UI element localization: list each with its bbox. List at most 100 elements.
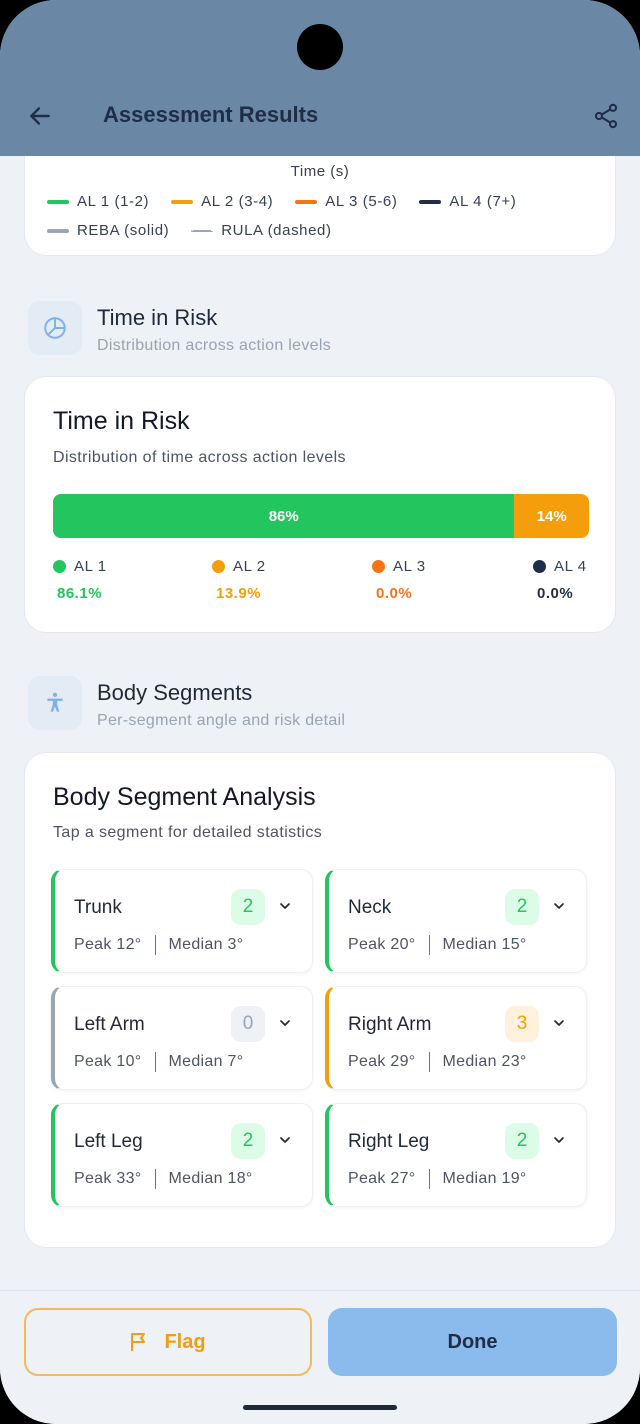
median-angle: Median 3° (168, 936, 244, 953)
score-badge: 2 (231, 889, 265, 925)
legend-swatch (191, 229, 214, 232)
action-level-percent: 13.9% (216, 585, 262, 602)
section-icon-box (28, 676, 82, 730)
status-dot (372, 560, 385, 573)
legend-item-al2: AL 2 (3-4) (171, 193, 273, 210)
chart-legend-card: Time (s) AL 1 (1-2) AL 2 (3-4) AL 3 (5-6… (24, 156, 616, 256)
segment-name: Left Leg (74, 1131, 143, 1152)
segment-stats: Peak 10° Median 7° (74, 1052, 243, 1072)
peak-angle: Peak 33° (74, 1170, 142, 1187)
action-level-label: AL 1 (53, 558, 107, 575)
legend-swatch (295, 199, 318, 204)
card-title: Body Segment Analysis (53, 783, 316, 811)
segment-stats: Peak 20° Median 15° (348, 935, 527, 955)
legend-item-al1: AL 1 (1-2) (47, 193, 149, 210)
legend-swatch (47, 228, 69, 233)
segment-stats: Peak 33° Median 18° (74, 1169, 253, 1189)
action-level-item: AL 3 0.0% (372, 558, 426, 602)
legend-item-rula: RULA (dashed) (191, 222, 331, 239)
segment-name: Left Arm (74, 1014, 145, 1035)
action-level-item: AL 4 0.0% (533, 558, 587, 602)
app-bar: Assessment Results (0, 0, 640, 156)
median-angle: Median 7° (168, 1053, 244, 1070)
action-level-label: AL 2 (212, 558, 266, 575)
phone-screen: Assessment Results Time (s) AL 1 (1-2) A… (0, 0, 640, 1424)
action-level-summary: AL 1 86.1% AL 2 13.9% AL 3 0.0% AL 4 0.0% (53, 558, 589, 608)
legend-swatch (419, 199, 442, 204)
section-subtitle: Distribution across action levels (97, 337, 331, 354)
page-title: Assessment Results (103, 102, 319, 127)
segment-stats: Peak 27° Median 19° (348, 1169, 527, 1189)
peak-angle: Peak 27° (348, 1170, 416, 1187)
median-angle: Median 18° (168, 1170, 253, 1187)
back-button[interactable] (22, 98, 58, 134)
chevron-down-icon[interactable] (275, 1130, 295, 1150)
arrow-left-icon (30, 107, 50, 125)
action-level-percent: 0.0% (376, 585, 413, 602)
segment-name: Trunk (74, 897, 122, 918)
segment-card[interactable]: Left Leg 2 Peak 33° Median 18° (51, 1103, 313, 1207)
scroll-content[interactable]: Time (s) AL 1 (1-2) AL 2 (3-4) AL 3 (5-6… (0, 156, 640, 1290)
time-in-risk-card: Time in Risk Distribution of time across… (24, 376, 616, 633)
status-dot (533, 560, 546, 573)
done-button[interactable]: Done (328, 1308, 617, 1376)
segment-name: Neck (348, 897, 392, 918)
divider (154, 935, 156, 955)
score-badge: 2 (505, 1123, 539, 1159)
divider (428, 935, 430, 955)
home-indicator[interactable] (243, 1405, 397, 1410)
section-icon-box (28, 301, 82, 355)
peak-angle: Peak 29° (348, 1053, 416, 1070)
divider (428, 1169, 430, 1189)
segment-name: Right Leg (348, 1131, 430, 1152)
action-level-percent: 86.1% (57, 585, 103, 602)
card-subtitle: Tap a segment for detailed statistics (53, 824, 323, 841)
peak-angle: Peak 10° (74, 1053, 142, 1070)
time-in-risk-section-header: Time in Risk Distribution across action … (28, 301, 588, 361)
score-badge: 3 (505, 1006, 539, 1042)
status-dot (53, 560, 66, 573)
method-legend: REBA (solid) RULA (dashed) (47, 222, 354, 239)
flag-icon (131, 1333, 146, 1351)
risk-bar-segment: 14% (514, 494, 589, 538)
x-axis-title: Time (s) (290, 163, 350, 180)
legend-swatch (171, 199, 194, 204)
body-segment-analysis-card: Body Segment Analysis Tap a segment for … (24, 752, 616, 1248)
chevron-down-icon[interactable] (275, 1013, 295, 1033)
section-title: Time in Risk (97, 305, 218, 330)
camera-cutout (297, 24, 343, 70)
accessibility-icon (47, 692, 63, 712)
segment-card[interactable]: Right Leg 2 Peak 27° Median 19° (325, 1103, 587, 1207)
action-level-percent: 0.0% (537, 585, 574, 602)
segment-stats: Peak 29° Median 23° (348, 1052, 527, 1072)
share-button[interactable] (588, 98, 624, 134)
action-level-label: AL 3 (372, 558, 426, 575)
bottom-action-bar: Flag Done (0, 1290, 640, 1424)
divider (154, 1169, 156, 1189)
segment-name: Right Arm (348, 1014, 432, 1035)
action-level-legend: AL 1 (1-2) AL 2 (3-4) AL 3 (5-6) AL 4 (7… (47, 193, 538, 210)
action-level-item: AL 1 86.1% (53, 558, 107, 602)
score-badge: 2 (231, 1123, 265, 1159)
body-segments-section-header: Body Segments Per-segment angle and risk… (28, 676, 588, 736)
legend-item-al4: AL 4 (7+) (419, 193, 516, 210)
share-icon (594, 103, 618, 129)
risk-bar-segment: 86% (53, 494, 515, 538)
legend-swatch (47, 199, 69, 204)
segment-card[interactable]: Trunk 2 Peak 12° Median 3° (51, 869, 313, 973)
chevron-down-icon[interactable] (549, 896, 569, 916)
chevron-down-icon[interactable] (549, 1013, 569, 1033)
legend-item-reba: REBA (solid) (47, 222, 169, 239)
action-level-label: AL 4 (533, 558, 587, 575)
segment-card[interactable]: Neck 2 Peak 20° Median 15° (325, 869, 587, 973)
segment-card[interactable]: Right Arm 3 Peak 29° Median 23° (325, 986, 587, 1090)
chevron-down-icon[interactable] (275, 896, 295, 916)
risk-distribution-bar: 86% 14% (53, 494, 589, 538)
chevron-down-icon[interactable] (549, 1130, 569, 1150)
segment-stats: Peak 12° Median 3° (74, 935, 243, 955)
divider (154, 1052, 156, 1072)
flag-button[interactable]: Flag (24, 1308, 312, 1376)
median-angle: Median 23° (442, 1053, 527, 1070)
segment-card[interactable]: Left Arm 0 Peak 10° Median 7° (51, 986, 313, 1090)
median-angle: Median 15° (442, 936, 527, 953)
